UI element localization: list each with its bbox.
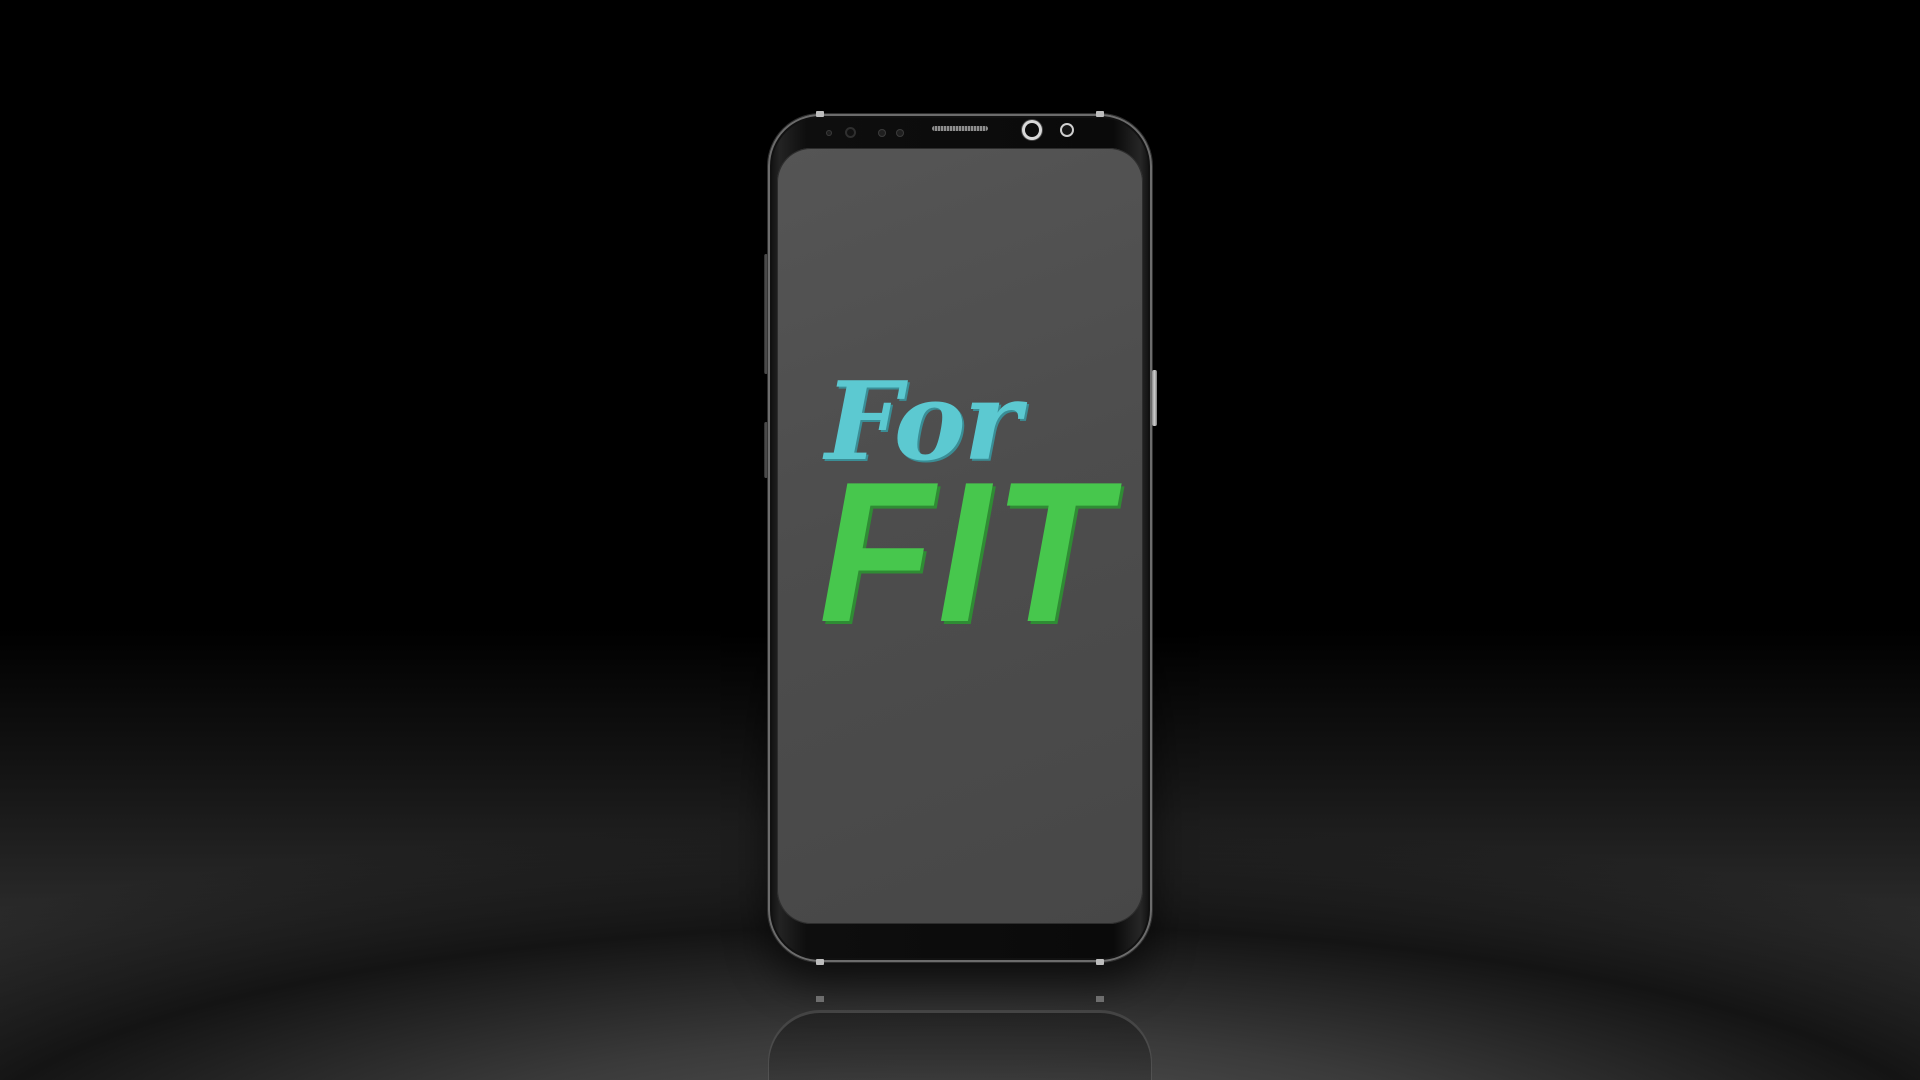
antenna-band (1096, 959, 1104, 965)
camera-icon (1025, 123, 1039, 137)
volume-button[interactable] (764, 254, 768, 374)
phone-reflection (768, 996, 1152, 1080)
logo-text-fit: FIT (819, 441, 1113, 664)
smartphone-device: For FIT (764, 111, 1157, 965)
reflection-stud (1096, 996, 1104, 1002)
power-button[interactable] (1152, 370, 1157, 426)
notification-led-icon (826, 130, 832, 136)
proximity-sensor-icon (845, 127, 856, 138)
app-logo: For FIT (777, 363, 1143, 653)
speaker-grille-icon (932, 126, 988, 131)
top-sensor-bar (768, 114, 1152, 150)
iris-scanner-icon (1062, 125, 1072, 135)
reflection-stud (816, 996, 824, 1002)
light-sensor-icon (878, 129, 886, 137)
light-sensor-icon (896, 129, 904, 137)
phone-screen[interactable]: For FIT (777, 148, 1143, 924)
antenna-band (816, 959, 824, 965)
bixby-button[interactable] (764, 422, 768, 478)
scene-backdrop: For FIT (0, 0, 1920, 1080)
